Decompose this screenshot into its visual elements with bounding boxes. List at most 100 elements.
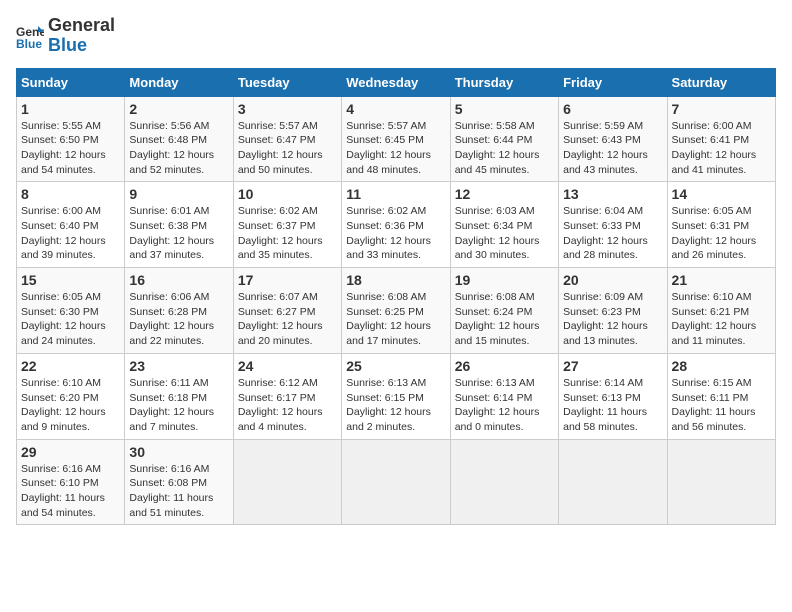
calendar-table: SundayMondayTuesdayWednesdayThursdayFrid… [16, 68, 776, 526]
day-info: Sunrise: 5:56 AMSunset: 6:48 PMDaylight:… [129, 119, 228, 178]
day-info: Sunrise: 6:16 AMSunset: 6:08 PMDaylight:… [129, 462, 228, 521]
calendar-cell: 19 Sunrise: 6:08 AMSunset: 6:24 PMDayligh… [450, 268, 558, 354]
col-header-monday: Monday [125, 68, 233, 96]
day-number: 27 [563, 358, 662, 374]
day-number: 2 [129, 101, 228, 117]
day-number: 22 [21, 358, 120, 374]
calendar-cell [233, 439, 341, 525]
day-number: 10 [238, 186, 337, 202]
day-info: Sunrise: 6:14 AMSunset: 6:13 PMDaylight:… [563, 376, 662, 435]
day-info: Sunrise: 6:01 AMSunset: 6:38 PMDaylight:… [129, 204, 228, 263]
day-info: Sunrise: 6:15 AMSunset: 6:11 PMDaylight:… [672, 376, 771, 435]
calendar-cell: 25 Sunrise: 6:13 AMSunset: 6:15 PMDayligh… [342, 353, 450, 439]
calendar-cell: 15Sunrise: 6:05 AMSunset: 6:30 PMDayligh… [17, 268, 125, 354]
day-number: 25 [346, 358, 445, 374]
calendar-cell: 14 Sunrise: 6:05 AMSunset: 6:31 PMDayligh… [667, 182, 775, 268]
day-info: Sunrise: 6:08 AMSunset: 6:24 PMDaylight:… [455, 290, 554, 349]
day-number: 8 [21, 186, 120, 202]
col-header-thursday: Thursday [450, 68, 558, 96]
day-info: Sunrise: 6:02 AMSunset: 6:36 PMDaylight:… [346, 204, 445, 263]
day-info: Sunrise: 6:00 AMSunset: 6:41 PMDaylight:… [672, 119, 771, 178]
calendar-cell: 2 Sunrise: 5:56 AMSunset: 6:48 PMDaylight… [125, 96, 233, 182]
calendar-cell: 7 Sunrise: 6:00 AMSunset: 6:41 PMDaylight… [667, 96, 775, 182]
calendar-cell [450, 439, 558, 525]
calendar-week-row: 15Sunrise: 6:05 AMSunset: 6:30 PMDayligh… [17, 268, 776, 354]
day-info: Sunrise: 6:13 AMSunset: 6:15 PMDaylight:… [346, 376, 445, 435]
calendar-cell: 30 Sunrise: 6:16 AMSunset: 6:08 PMDayligh… [125, 439, 233, 525]
day-info: Sunrise: 6:07 AMSunset: 6:27 PMDaylight:… [238, 290, 337, 349]
day-info: Sunrise: 6:03 AMSunset: 6:34 PMDaylight:… [455, 204, 554, 263]
calendar-week-row: 22 Sunrise: 6:10 AMSunset: 6:20 PMDayligh… [17, 353, 776, 439]
day-number: 23 [129, 358, 228, 374]
day-number: 15 [21, 272, 120, 288]
calendar-cell: 28 Sunrise: 6:15 AMSunset: 6:11 PMDayligh… [667, 353, 775, 439]
day-number: 7 [672, 101, 771, 117]
calendar-cell: 8 Sunrise: 6:00 AMSunset: 6:40 PMDaylight… [17, 182, 125, 268]
day-info: Sunrise: 6:09 AMSunset: 6:23 PMDaylight:… [563, 290, 662, 349]
page-header: General Blue General Blue [16, 16, 776, 56]
col-header-saturday: Saturday [667, 68, 775, 96]
day-number: 14 [672, 186, 771, 202]
day-number: 20 [563, 272, 662, 288]
calendar-cell: 1Sunrise: 5:55 AMSunset: 6:50 PMDaylight… [17, 96, 125, 182]
day-number: 16 [129, 272, 228, 288]
calendar-cell: 16 Sunrise: 6:06 AMSunset: 6:28 PMDayligh… [125, 268, 233, 354]
calendar-cell: 4Sunrise: 5:57 AMSunset: 6:45 PMDaylight… [342, 96, 450, 182]
logo-icon: General Blue [16, 22, 44, 50]
day-info: Sunrise: 6:10 AMSunset: 6:21 PMDaylight:… [672, 290, 771, 349]
day-info: Sunrise: 6:11 AMSunset: 6:18 PMDaylight:… [129, 376, 228, 435]
day-number: 29 [21, 444, 120, 460]
calendar-cell: 11 Sunrise: 6:02 AMSunset: 6:36 PMDayligh… [342, 182, 450, 268]
calendar-cell: 24 Sunrise: 6:12 AMSunset: 6:17 PMDayligh… [233, 353, 341, 439]
calendar-cell: 12 Sunrise: 6:03 AMSunset: 6:34 PMDayligh… [450, 182, 558, 268]
day-number: 13 [563, 186, 662, 202]
col-header-sunday: Sunday [17, 68, 125, 96]
logo-text: General Blue [48, 16, 115, 56]
calendar-cell: 6Sunrise: 5:59 AMSunset: 6:43 PMDaylight… [559, 96, 667, 182]
day-number: 17 [238, 272, 337, 288]
day-number: 30 [129, 444, 228, 460]
day-info: Sunrise: 6:12 AMSunset: 6:17 PMDaylight:… [238, 376, 337, 435]
calendar-cell: 27 Sunrise: 6:14 AMSunset: 6:13 PMDayligh… [559, 353, 667, 439]
calendar-week-row: 29 Sunrise: 6:16 AMSunset: 6:10 PMDayligh… [17, 439, 776, 525]
day-info: Sunrise: 6:02 AMSunset: 6:37 PMDaylight:… [238, 204, 337, 263]
col-header-friday: Friday [559, 68, 667, 96]
col-header-tuesday: Tuesday [233, 68, 341, 96]
day-number: 12 [455, 186, 554, 202]
calendar-cell: 3 Sunrise: 5:57 AMSunset: 6:47 PMDaylight… [233, 96, 341, 182]
calendar-cell: 26Sunrise: 6:13 AMSunset: 6:14 PMDayligh… [450, 353, 558, 439]
calendar-header-row: SundayMondayTuesdayWednesdayThursdayFrid… [17, 68, 776, 96]
day-info: Sunrise: 6:16 AMSunset: 6:10 PMDaylight:… [21, 462, 120, 521]
day-info: Sunrise: 6:06 AMSunset: 6:28 PMDaylight:… [129, 290, 228, 349]
calendar-week-row: 8 Sunrise: 6:00 AMSunset: 6:40 PMDaylight… [17, 182, 776, 268]
calendar-week-row: 1Sunrise: 5:55 AMSunset: 6:50 PMDaylight… [17, 96, 776, 182]
logo: General Blue General Blue [16, 16, 115, 56]
day-info: Sunrise: 5:57 AMSunset: 6:47 PMDaylight:… [238, 119, 337, 178]
day-info: Sunrise: 6:10 AMSunset: 6:20 PMDaylight:… [21, 376, 120, 435]
calendar-cell [342, 439, 450, 525]
svg-text:Blue: Blue [16, 37, 42, 50]
day-number: 1 [21, 101, 120, 117]
calendar-cell: 17 Sunrise: 6:07 AMSunset: 6:27 PMDayligh… [233, 268, 341, 354]
day-info: Sunrise: 6:00 AMSunset: 6:40 PMDaylight:… [21, 204, 120, 263]
day-info: Sunrise: 5:57 AMSunset: 6:45 PMDaylight:… [346, 119, 445, 178]
day-number: 28 [672, 358, 771, 374]
day-number: 19 [455, 272, 554, 288]
day-number: 5 [455, 101, 554, 117]
day-number: 18 [346, 272, 445, 288]
calendar-cell: 21 Sunrise: 6:10 AMSunset: 6:21 PMDayligh… [667, 268, 775, 354]
day-number: 11 [346, 186, 445, 202]
calendar-cell: 10 Sunrise: 6:02 AMSunset: 6:37 PMDayligh… [233, 182, 341, 268]
day-number: 3 [238, 101, 337, 117]
day-number: 6 [563, 101, 662, 117]
day-number: 9 [129, 186, 228, 202]
day-info: Sunrise: 6:05 AMSunset: 6:31 PMDaylight:… [672, 204, 771, 263]
day-number: 21 [672, 272, 771, 288]
day-number: 24 [238, 358, 337, 374]
calendar-cell: 13Sunrise: 6:04 AMSunset: 6:33 PMDayligh… [559, 182, 667, 268]
calendar-cell: 18Sunrise: 6:08 AMSunset: 6:25 PMDayligh… [342, 268, 450, 354]
col-header-wednesday: Wednesday [342, 68, 450, 96]
calendar-cell: 9 Sunrise: 6:01 AMSunset: 6:38 PMDaylight… [125, 182, 233, 268]
calendar-cell: 29 Sunrise: 6:16 AMSunset: 6:10 PMDayligh… [17, 439, 125, 525]
calendar-cell: 22 Sunrise: 6:10 AMSunset: 6:20 PMDayligh… [17, 353, 125, 439]
